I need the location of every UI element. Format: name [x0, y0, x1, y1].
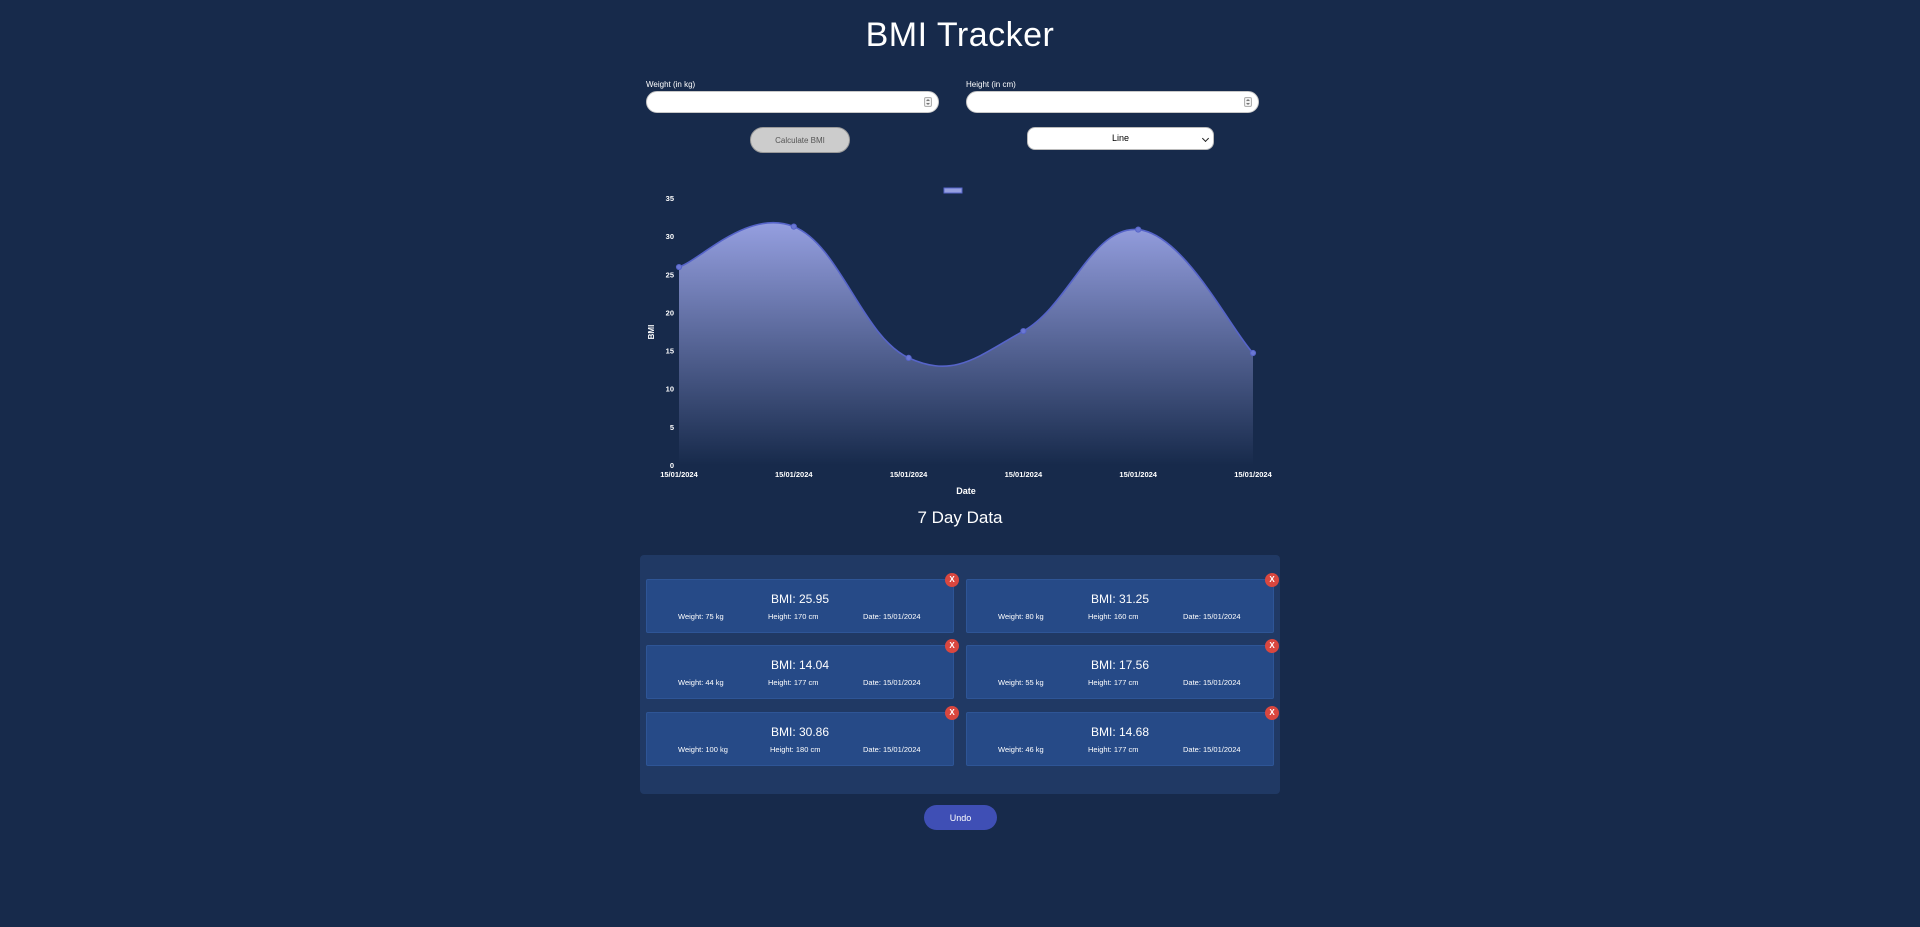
record-card: BMI: 14.04 Weight: 44 kg Height: 177 cm … — [646, 639, 959, 699]
bmi-chart: 05101520253035 15/01/2024 15/01/2024 15/01… — [647, 187, 1273, 496]
weight-field: Weight (in kg) — [646, 80, 939, 113]
page-title: BMI Tracker — [865, 16, 1055, 54]
record-card: BMI: 30.86 Weight: 100 kg Height: 180 cm… — [646, 706, 959, 766]
record-height: Height: 177 cm — [1088, 678, 1139, 687]
weight-input[interactable] — [657, 94, 901, 112]
record-weight: Weight: 100 kg — [678, 745, 728, 754]
record-card: BMI: 31.25 Weight: 80 kg Height: 160 cm … — [966, 573, 1279, 633]
undo-button[interactable]: Undo — [924, 805, 997, 830]
y-tick-label: 0 — [670, 461, 674, 470]
x-tick-label: 15/01/2024 — [1005, 470, 1043, 479]
data-point — [1249, 349, 1257, 357]
records-panel: BMI: 25.95 Weight: 75 kg Height: 170 cm … — [640, 555, 1280, 794]
record-date: Date: 15/01/2024 — [1183, 612, 1241, 621]
data-point — [1135, 226, 1142, 233]
x-axis-label: Date — [956, 486, 976, 496]
record-weight: Weight: 55 kg — [998, 678, 1044, 687]
y-tick-label: 15 — [666, 347, 674, 356]
chart-type-select[interactable]: Line — [1027, 127, 1214, 150]
record-bmi: BMI: 25.95 — [770, 592, 830, 606]
data-point — [1020, 327, 1027, 335]
record-card: BMI: 17.56 Weight: 55 kg Height: 177 cm … — [966, 639, 1279, 699]
height-stepper-icon[interactable] — [1244, 97, 1252, 107]
record-height: Height: 177 cm — [1088, 745, 1139, 754]
data-point — [790, 223, 797, 230]
weight-label: Weight (in kg) — [646, 80, 696, 89]
record-bmi: BMI: 30.86 — [770, 725, 830, 739]
weight-stepper-icon[interactable] — [924, 97, 932, 107]
record-date: Date: 15/01/2024 — [863, 678, 921, 687]
chart-type-selected-value: Line — [1111, 133, 1129, 143]
height-label: Height (in cm) — [966, 80, 1016, 89]
delete-record-button[interactable]: X — [1265, 639, 1279, 653]
delete-record-button[interactable]: X — [1265, 573, 1279, 587]
height-input-wrapper[interactable] — [966, 91, 1259, 113]
record-bmi: BMI: 14.04 — [770, 658, 830, 672]
record-weight: Weight: 44 kg — [678, 678, 724, 687]
delete-record-button[interactable]: X — [1265, 706, 1279, 720]
delete-record-button[interactable]: X — [945, 573, 959, 587]
record-weight: Weight: 80 kg — [998, 612, 1044, 621]
record-weight: Weight: 46 kg — [998, 745, 1044, 754]
x-tick-label: 15/01/2024 — [775, 470, 813, 479]
record-card: BMI: 14.68 Weight: 46 kg Height: 177 cm … — [966, 706, 1279, 766]
x-tick-label: 15/01/2024 — [1119, 470, 1157, 479]
record-date: Date: 15/01/2024 — [863, 612, 921, 621]
record-card: BMI: 25.95 Weight: 75 kg Height: 170 cm … — [646, 573, 959, 633]
bmi-tracker-app: BMI Tracker Weight (in kg) Height (in cm… — [0, 0, 1920, 927]
legend-swatch — [943, 187, 963, 194]
y-tick-label: 30 — [666, 232, 674, 241]
y-tick-label: 20 — [666, 308, 674, 317]
x-axis-ticks: 15/01/2024 15/01/2024 15/01/2024 15/01/2024… — [660, 470, 1272, 479]
data-point — [905, 354, 912, 361]
calculate-bmi-button[interactable]: Calculate BMI — [750, 127, 850, 153]
x-tick-label: 15/01/2024 — [890, 470, 928, 479]
record-height: Height: 160 cm — [1088, 612, 1139, 621]
record-date: Date: 15/01/2024 — [1183, 678, 1241, 687]
delete-record-button[interactable]: X — [945, 706, 959, 720]
bmi-area — [679, 222, 1253, 465]
records-title: 7 Day Data — [917, 508, 1003, 527]
y-tick-label: 10 — [666, 385, 674, 394]
record-bmi: BMI: 31.25 — [1090, 592, 1150, 606]
height-field: Height (in cm) — [966, 80, 1259, 113]
record-height: Height: 170 cm — [768, 612, 819, 621]
y-tick-label: 25 — [666, 270, 674, 279]
y-tick-label: 5 — [670, 423, 674, 432]
record-height: Height: 177 cm — [768, 678, 819, 687]
record-height: Height: 180 cm — [770, 745, 821, 754]
chart-legend[interactable] — [943, 187, 963, 194]
data-point — [675, 263, 683, 271]
weight-input-wrapper[interactable] — [646, 91, 939, 113]
record-weight: Weight: 75 kg — [678, 612, 724, 621]
y-tick-label: 35 — [666, 194, 674, 203]
record-date: Date: 15/01/2024 — [1183, 745, 1241, 754]
delete-record-button[interactable]: X — [945, 639, 959, 653]
record-bmi: BMI: 17.56 — [1090, 658, 1150, 672]
record-bmi: BMI: 14.68 — [1090, 725, 1150, 739]
x-tick-label: 15/01/2024 — [1234, 470, 1272, 479]
y-axis-ticks: 0 5 10 15 20 25 30 35 — [666, 194, 674, 470]
y-axis-label: BMI — [647, 325, 656, 340]
height-input[interactable] — [977, 94, 1221, 112]
x-tick-label: 15/01/2024 — [660, 470, 698, 479]
record-date: Date: 15/01/2024 — [863, 745, 921, 754]
